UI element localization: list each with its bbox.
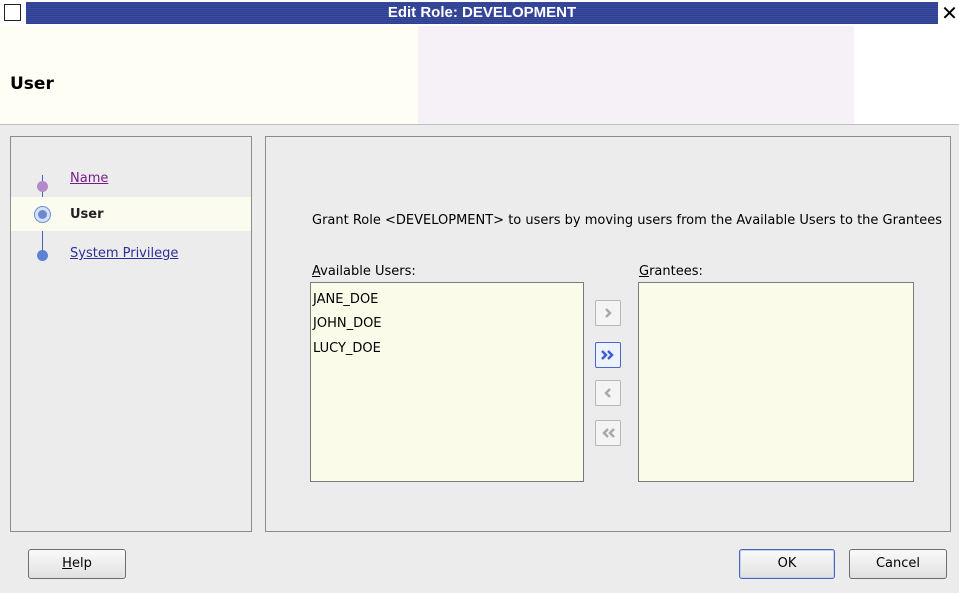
step-pending-icon — [37, 250, 48, 261]
grantees-list[interactable] — [638, 282, 914, 482]
header-title-area — [0, 26, 418, 124]
help-label: elp — [71, 556, 92, 571]
nav-item-user: User — [70, 207, 104, 222]
list-item[interactable]: LUCY_DOE — [313, 338, 381, 360]
move-button[interactable] — [595, 300, 621, 326]
move-right-icon — [605, 308, 612, 318]
help-button[interactable]: Help — [28, 549, 126, 579]
window-menu-icon[interactable] — [4, 4, 21, 21]
wizard-nav-panel — [10, 136, 252, 532]
ok-button[interactable]: OK — [739, 549, 835, 579]
remove-all-button[interactable] — [595, 420, 621, 446]
list-item[interactable]: JANE_DOE — [313, 289, 378, 311]
move-all-right-icon — [601, 350, 614, 360]
edit-role-dialog: Edit Role: DEVELOPMENT ✕ User Name User … — [0, 0, 959, 593]
grantees-mnemonic: G — [639, 264, 650, 279]
move-all-button[interactable] — [595, 342, 621, 368]
available-users-label-text: vailable Users: — [320, 264, 416, 279]
cancel-button[interactable]: Cancel — [849, 549, 947, 579]
nav-item-name[interactable]: Name — [70, 171, 108, 186]
page-title: User — [10, 74, 54, 94]
window-title: Edit Role: DEVELOPMENT — [387, 4, 577, 21]
list-item[interactable]: JOHN_DOE — [313, 313, 382, 335]
grantees-label: Grantees: — [639, 264, 703, 279]
available-users-mnemonic: A — [312, 264, 321, 279]
close-icon[interactable]: ✕ — [940, 1, 959, 25]
available-users-label: Available Users: — [312, 264, 416, 279]
nav-item-system-privilege[interactable]: System Privilege — [70, 246, 178, 261]
help-mnemonic: H — [62, 556, 72, 571]
grantees-label-text: rantees: — [649, 264, 703, 279]
move-left-icon — [604, 388, 611, 398]
header-divider — [0, 124, 959, 125]
step-current-inner-icon — [38, 210, 47, 219]
header-banner — [418, 26, 854, 124]
grant-description: Grant Role <DEVELOPMENT> to users by mov… — [312, 213, 943, 228]
step-visited-icon — [37, 181, 48, 192]
title-bar: Edit Role: DEVELOPMENT ✕ — [0, 0, 959, 26]
remove-button[interactable] — [595, 380, 621, 406]
available-users-list[interactable]: JANE_DOE JOHN_DOE LUCY_DOE — [310, 282, 584, 482]
move-all-left-icon — [602, 428, 615, 438]
page-header: User — [0, 26, 959, 124]
